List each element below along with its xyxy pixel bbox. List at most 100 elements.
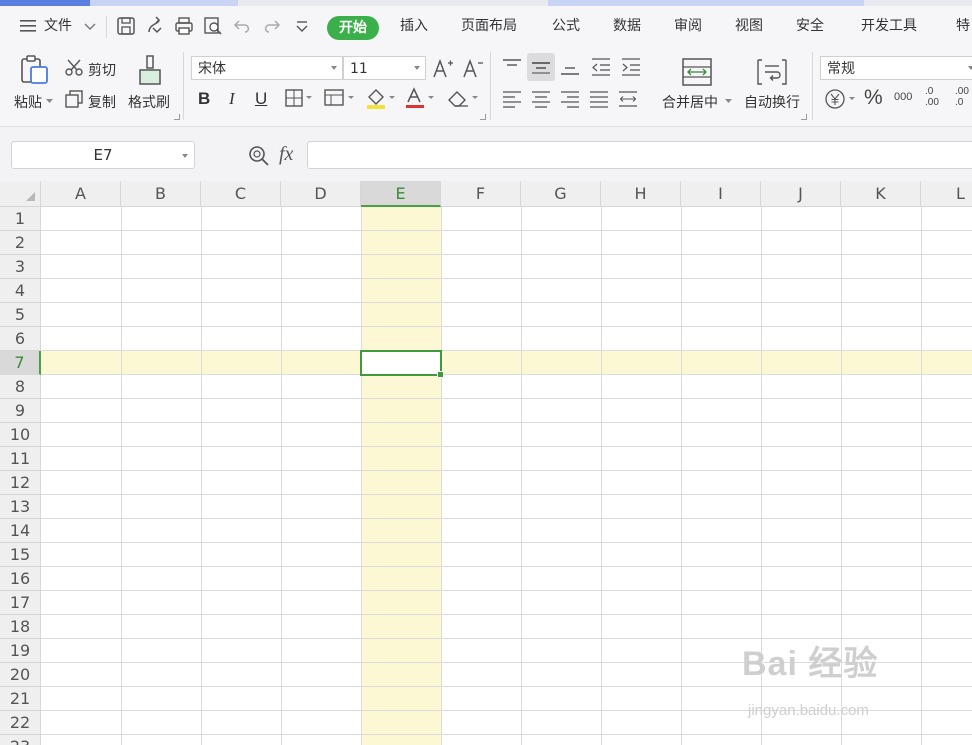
- align-center-icon[interactable]: [530, 90, 552, 108]
- column-header-e[interactable]: E: [361, 181, 441, 207]
- selected-cell[interactable]: [360, 350, 444, 378]
- row-header-13[interactable]: 13: [0, 495, 41, 519]
- column-header-b[interactable]: B: [121, 181, 201, 207]
- column-header-l[interactable]: L: [921, 181, 972, 207]
- distribute-icon[interactable]: [617, 90, 639, 108]
- align-bottom-icon[interactable]: [559, 58, 581, 76]
- save-icon[interactable]: [116, 16, 136, 36]
- align-right-icon[interactable]: [559, 90, 581, 108]
- paste-button[interactable]: 粘贴: [14, 92, 42, 112]
- row-header-10[interactable]: 10: [0, 423, 41, 447]
- tab-home[interactable]: 开始: [327, 16, 379, 40]
- print-preview-icon[interactable]: [203, 16, 223, 36]
- increase-decimal-button[interactable]: .0 .00: [925, 86, 947, 108]
- fx-button[interactable]: fx: [279, 143, 293, 166]
- align-left-icon[interactable]: [501, 90, 523, 108]
- column-header-f[interactable]: F: [441, 181, 521, 207]
- tab-insert[interactable]: 插入: [400, 6, 428, 46]
- tab-special[interactable]: 特: [956, 6, 970, 46]
- row-header-23[interactable]: 23: [0, 735, 41, 745]
- wrap-text-icon[interactable]: [756, 58, 788, 86]
- format-painter-button[interactable]: 格式刷: [128, 92, 170, 112]
- row-header-11[interactable]: 11: [0, 447, 41, 471]
- merge-center-icon[interactable]: [682, 58, 712, 86]
- row-header-21[interactable]: 21: [0, 687, 41, 711]
- row-header-20[interactable]: 20: [0, 663, 41, 687]
- row-header-19[interactable]: 19: [0, 639, 41, 663]
- eraser-icon[interactable]: [446, 88, 480, 108]
- redo-icon[interactable]: [261, 16, 281, 36]
- decrease-indent-icon[interactable]: [590, 57, 612, 77]
- percent-button[interactable]: %: [864, 86, 883, 110]
- name-box[interactable]: E7: [11, 141, 195, 169]
- row-header-8[interactable]: 8: [0, 375, 41, 399]
- wrap-text-button[interactable]: 自动换行: [744, 92, 800, 112]
- tab-formulas[interactable]: 公式: [552, 6, 580, 46]
- font-name-select[interactable]: 宋体: [191, 56, 343, 80]
- font-color-icon[interactable]: [404, 87, 436, 109]
- bold-button[interactable]: B: [198, 89, 210, 109]
- undo-icon[interactable]: [233, 16, 253, 36]
- file-menu-button[interactable]: 文件: [14, 6, 100, 46]
- row-header-14[interactable]: 14: [0, 519, 41, 543]
- print-icon[interactable]: [174, 16, 194, 36]
- column-header-k[interactable]: K: [841, 181, 921, 207]
- tab-page-layout[interactable]: 页面布局: [461, 6, 517, 46]
- font-size-select[interactable]: 11: [343, 56, 426, 80]
- fill-color-icon[interactable]: [365, 87, 397, 109]
- justify-icon[interactable]: [588, 90, 610, 108]
- group-launcher[interactable]: [801, 114, 807, 120]
- tab-security[interactable]: 安全: [796, 6, 824, 46]
- border-icon[interactable]: [285, 89, 313, 107]
- group-launcher[interactable]: [174, 114, 180, 120]
- italic-button[interactable]: I: [229, 89, 235, 109]
- decrease-font-icon[interactable]: [462, 57, 484, 79]
- tab-review[interactable]: 审阅: [674, 6, 702, 46]
- formula-input[interactable]: [307, 141, 972, 169]
- tab-view[interactable]: 视图: [735, 6, 763, 46]
- currency-icon[interactable]: [824, 88, 858, 110]
- row-header-18[interactable]: 18: [0, 615, 41, 639]
- copy-button[interactable]: 复制: [88, 92, 116, 112]
- customize-quick-access-icon[interactable]: [292, 16, 312, 36]
- format-painter-icon[interactable]: [136, 54, 166, 86]
- decrease-decimal-button[interactable]: .00 .0: [955, 86, 972, 108]
- row-header-5[interactable]: 5: [0, 303, 41, 327]
- column-header-h[interactable]: H: [601, 181, 681, 207]
- align-top-icon[interactable]: [501, 58, 523, 76]
- column-header-c[interactable]: C: [201, 181, 281, 207]
- column-header-g[interactable]: G: [521, 181, 601, 207]
- group-launcher[interactable]: [480, 114, 486, 120]
- tab-developer[interactable]: 开发工具: [861, 6, 917, 46]
- row-header-9[interactable]: 9: [0, 399, 41, 423]
- thousands-separator-button[interactable]: 000: [894, 91, 912, 103]
- increase-font-icon[interactable]: [432, 57, 454, 79]
- increase-indent-icon[interactable]: [620, 57, 642, 77]
- zoom-search-icon[interactable]: [248, 145, 270, 167]
- select-all-button[interactable]: [0, 181, 41, 207]
- underline-button[interactable]: U: [255, 89, 267, 109]
- row-header-7[interactable]: 7: [0, 351, 41, 375]
- row-header-15[interactable]: 15: [0, 543, 41, 567]
- row-header-1[interactable]: 1: [0, 207, 41, 231]
- row-header-4[interactable]: 4: [0, 279, 41, 303]
- number-format-select[interactable]: 常规: [820, 56, 972, 80]
- paste-dropdown-icon[interactable]: [46, 99, 53, 104]
- cut-button[interactable]: 剪切: [88, 60, 116, 80]
- row-header-3[interactable]: 3: [0, 255, 41, 279]
- cell-style-icon[interactable]: [324, 89, 356, 107]
- tab-data[interactable]: 数据: [613, 6, 641, 46]
- align-middle-button[interactable]: [527, 53, 555, 81]
- column-header-i[interactable]: I: [681, 181, 761, 207]
- export-icon[interactable]: [145, 16, 165, 36]
- merge-dropdown-icon[interactable]: [725, 99, 732, 104]
- row-header-16[interactable]: 16: [0, 567, 41, 591]
- row-header-22[interactable]: 22: [0, 711, 41, 735]
- merge-center-button[interactable]: 合并居中: [662, 92, 718, 112]
- column-header-d[interactable]: D: [281, 181, 361, 207]
- paste-icon[interactable]: [18, 54, 50, 86]
- row-header-17[interactable]: 17: [0, 591, 41, 615]
- row-header-6[interactable]: 6: [0, 327, 41, 351]
- column-header-j[interactable]: J: [761, 181, 841, 207]
- column-header-a[interactable]: A: [41, 181, 121, 207]
